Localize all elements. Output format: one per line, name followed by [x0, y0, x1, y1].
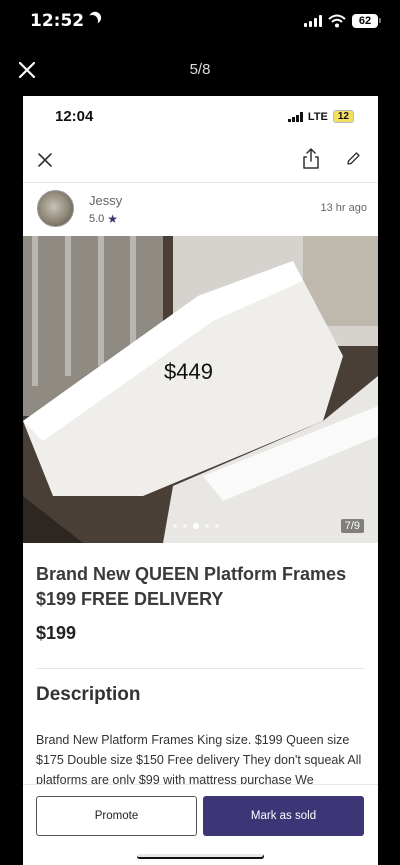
wifi-icon: [328, 14, 346, 28]
battery-icon: 12: [332, 110, 354, 123]
posted-time: 13 hr ago: [320, 202, 367, 214]
star-icon: ★: [107, 212, 119, 226]
share-icon[interactable]: [302, 148, 320, 170]
divider: [36, 668, 365, 669]
inner-clock: 12:04: [55, 108, 94, 125]
description-text: Brand New Platform Frames King size. $19…: [36, 733, 362, 787]
inner-status-bar: 12:04 LTE 12: [23, 96, 378, 136]
mark-as-sold-button[interactable]: Mark as sold: [203, 796, 364, 836]
close-icon[interactable]: [37, 152, 53, 168]
seller-info[interactable]: Jessy 5.0 ★ 13 hr ago: [37, 188, 367, 232]
listing-title: Brand New QUEEN Platform Frames $199 FRE…: [36, 564, 347, 609]
rating-value: 5.0: [89, 213, 105, 225]
description-heading: Description: [36, 684, 141, 705]
screenshot-card: 12:04 LTE 12 Jessy 5.0 ★ 13 hr ago $449 …: [23, 96, 378, 865]
outer-status-icons: 62: [304, 14, 381, 28]
outer-time-text: 12:52: [30, 11, 85, 31]
carousel-dot[interactable]: [215, 524, 219, 528]
promote-button[interactable]: Promote: [36, 796, 197, 836]
listing-toolbar: [23, 144, 378, 180]
signal-icon: [288, 111, 303, 122]
outer-home-indicator: [137, 853, 263, 857]
inner-status-icons: LTE 12: [288, 110, 354, 123]
carousel-dots[interactable]: [173, 523, 219, 529]
photo-price-text: $449: [164, 359, 213, 384]
divider: [23, 182, 378, 183]
carousel-dot[interactable]: [173, 524, 177, 528]
listing-price: $199: [36, 623, 77, 643]
image-counter: 5/8: [189, 61, 211, 78]
signal-icon: [304, 15, 322, 27]
outer-clock: 12:52: [30, 11, 100, 31]
divider: [23, 784, 378, 785]
listing-photo[interactable]: $449 7/9: [23, 236, 378, 543]
carousel-dot[interactable]: [205, 524, 209, 528]
edit-icon[interactable]: [346, 151, 361, 166]
seller-name: Jessy: [89, 193, 123, 208]
carousel-dot[interactable]: [193, 523, 199, 529]
battery-icon: 62: [352, 14, 381, 28]
moon-icon: [84, 13, 99, 28]
photo-scene: [23, 236, 378, 543]
photo-count: 7/9: [340, 519, 364, 533]
avatar[interactable]: [37, 190, 74, 227]
network-label: LTE: [307, 110, 328, 123]
carousel-dot[interactable]: [183, 524, 187, 528]
outer-status-bar: 12:52 62: [0, 0, 400, 46]
seller-rating: 5.0 ★: [89, 212, 118, 226]
